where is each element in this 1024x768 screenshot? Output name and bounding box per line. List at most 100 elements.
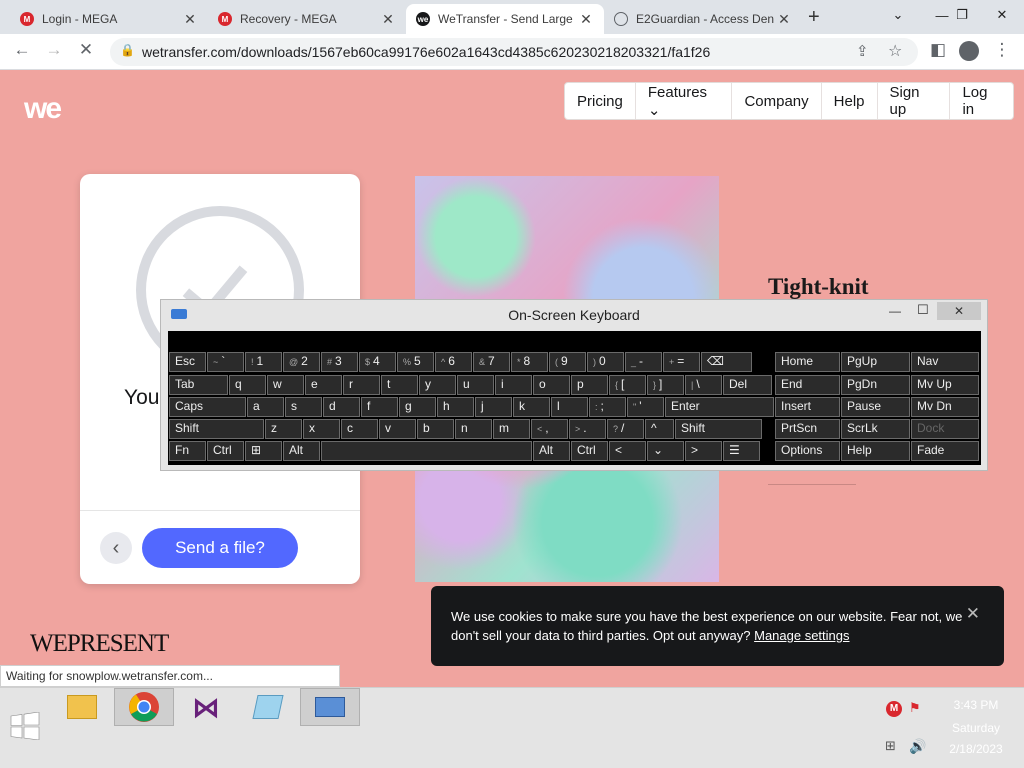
tab-close-icon[interactable]: ✕	[182, 11, 198, 28]
restore-icon[interactable]: ❐	[940, 0, 984, 30]
osk-key[interactable]: Tab	[169, 375, 228, 395]
osk-key[interactable]: e	[305, 375, 342, 395]
osk-key[interactable]: + =	[663, 352, 700, 372]
osk-key[interactable]: Alt	[283, 441, 320, 461]
osk-nav-key[interactable]: Mv Dn	[911, 397, 979, 417]
osk-key[interactable]: h	[437, 397, 474, 417]
new-tab-button[interactable]: +	[808, 6, 820, 29]
osk-key[interactable]: l	[551, 397, 588, 417]
osk-key[interactable]: r	[343, 375, 380, 395]
osk-key[interactable]	[321, 441, 532, 461]
wetransfer-logo[interactable]: we	[24, 92, 62, 126]
osk-key[interactable]: g	[399, 397, 436, 417]
osk-key[interactable]: Shift	[169, 419, 264, 439]
browser-tab[interactable]: M Recovery - MEGA ✕	[208, 4, 406, 34]
osk-key[interactable]: p	[571, 375, 608, 395]
editorial-title[interactable]: Tight-knit	[768, 274, 869, 300]
osk-nav-key[interactable]: ScrLk	[841, 419, 910, 439]
osk-key[interactable]: @2	[283, 352, 320, 372]
osk-nav-key[interactable]: Mv Up	[911, 375, 979, 395]
osk-key[interactable]: Shift	[675, 419, 762, 439]
osk-key[interactable]: Fn	[169, 441, 206, 461]
nav-help[interactable]: Help	[822, 83, 878, 119]
tab-search-icon[interactable]: ⌄	[876, 0, 920, 30]
osk-key[interactable]: Alt	[533, 441, 570, 461]
osk-key[interactable]: " '	[627, 397, 664, 417]
network-icon[interactable]: ⊞	[885, 738, 896, 754]
osk-close-icon[interactable]: ✕	[937, 302, 981, 320]
send-file-button[interactable]: Send a file?	[142, 528, 298, 568]
manage-settings-link[interactable]: Manage settings	[754, 628, 849, 643]
osk-key[interactable]: z	[265, 419, 302, 439]
osk-key[interactable]: j	[475, 397, 512, 417]
profile-avatar[interactable]	[959, 41, 979, 61]
osk-nav-key[interactable]: Help	[841, 441, 910, 461]
osk-key[interactable]: <,	[531, 419, 568, 439]
osk-key[interactable]: t	[381, 375, 418, 395]
osk-key[interactable]: n	[455, 419, 492, 439]
osk-key[interactable]: u	[457, 375, 494, 395]
osk-key[interactable]: % 5	[397, 352, 434, 372]
osk-key[interactable]: s	[285, 397, 322, 417]
visual-studio-icon[interactable]: ⋈	[176, 688, 236, 726]
nav-signup[interactable]: Sign up	[878, 83, 951, 119]
osk-nav-key[interactable]: Insert	[775, 397, 840, 417]
osk-key[interactable]: (9	[549, 352, 586, 372]
osk-key[interactable]: Ctrl	[207, 441, 244, 461]
osk-nav-key[interactable]: Home	[775, 352, 840, 372]
osk-nav-key[interactable]: Nav	[911, 352, 979, 372]
osk-maximize-icon[interactable]: ☐	[917, 302, 929, 318]
osk-key[interactable]: d	[323, 397, 360, 417]
forward-icon[interactable]: →	[42, 40, 66, 60]
file-explorer-icon[interactable]	[52, 688, 112, 726]
osk-key[interactable]: o	[533, 375, 570, 395]
osk-key[interactable]: i	[495, 375, 532, 395]
menu-kebab-icon[interactable]: ⋮	[990, 40, 1014, 60]
share-icon[interactable]: ⇪	[856, 42, 869, 60]
osk-key[interactable]: Caps	[169, 397, 246, 417]
osk-key[interactable]: Ctrl	[571, 441, 608, 461]
osk-key[interactable]: Enter	[665, 397, 774, 417]
osk-nav-key[interactable]: Dock	[911, 419, 979, 439]
osk-key[interactable]: >.	[569, 419, 606, 439]
osk-key[interactable]: $4	[359, 352, 396, 372]
osk-nav-key[interactable]: Pause	[841, 397, 910, 417]
osk-key[interactable]: b	[417, 419, 454, 439]
osk-nav-key[interactable]: Options	[775, 441, 840, 461]
osk-nav-key[interactable]: Fade	[911, 441, 979, 461]
osk-key[interactable]: | \	[685, 375, 722, 395]
osk-nav-key[interactable]: End	[775, 375, 840, 395]
tab-close-icon[interactable]: ✕	[380, 11, 396, 28]
osk-key[interactable]: m	[493, 419, 530, 439]
side-panel-icon[interactable]: ◧	[926, 40, 950, 60]
osk-key[interactable]: v	[379, 419, 416, 439]
osk-key[interactable]: ☰	[723, 441, 760, 461]
notepad-icon[interactable]	[238, 688, 298, 726]
osk-key[interactable]: #3	[321, 352, 358, 372]
clock-time[interactable]: 3:43 PM	[940, 698, 1012, 712]
nav-login[interactable]: Log in	[950, 83, 1013, 119]
osk-key[interactable]: q	[229, 375, 266, 395]
osk-key[interactable]: ⊞	[245, 441, 282, 461]
address-bar[interactable]: 🔒 wetransfer.com/downloads/1567eb60ca991…	[110, 38, 918, 66]
osk-nav-key[interactable]: PgUp	[841, 352, 910, 372]
osk-key[interactable]: y	[419, 375, 456, 395]
close-window-icon[interactable]: ✕	[980, 0, 1024, 30]
volume-icon[interactable]: 🔊	[909, 738, 926, 755]
osk-key[interactable]: x	[303, 419, 340, 439]
bookmark-star-icon[interactable]: ☆	[888, 41, 902, 61]
osk-minimize-icon[interactable]: —	[889, 304, 901, 318]
osk-key[interactable]: ~ `	[207, 352, 244, 372]
browser-tab[interactable]: M Login - MEGA ✕	[10, 4, 208, 34]
mega-tray-icon[interactable]: M	[886, 701, 902, 717]
osk-key[interactable]: {[	[609, 375, 646, 395]
osk-key[interactable]: _ -	[625, 352, 662, 372]
osk-taskbar-icon[interactable]	[300, 688, 360, 726]
nav-company[interactable]: Company	[732, 83, 822, 119]
back-button[interactable]: ‹	[100, 532, 132, 564]
osk-key[interactable]: ^ 6	[435, 352, 472, 372]
osk-key[interactable]: w	[267, 375, 304, 395]
tab-close-icon[interactable]: ✕	[776, 11, 792, 28]
nav-features[interactable]: Features ⌄	[636, 83, 733, 119]
osk-key[interactable]: ^	[645, 419, 674, 439]
